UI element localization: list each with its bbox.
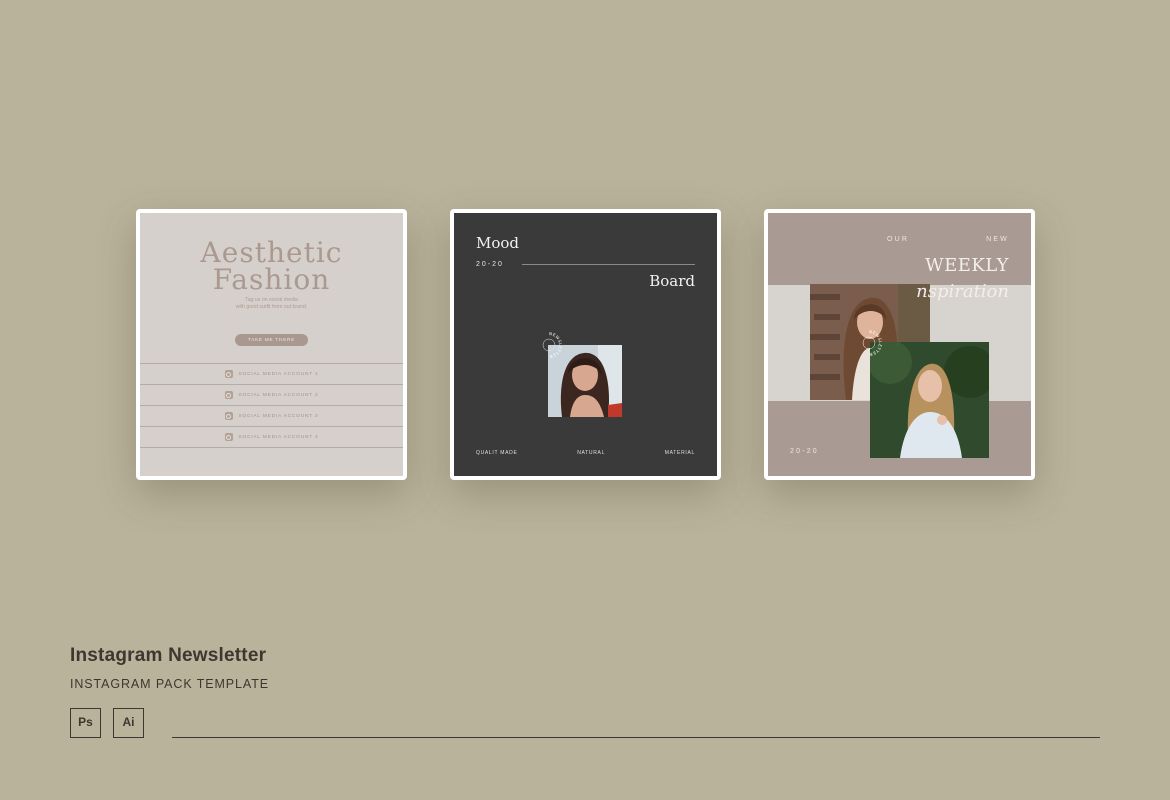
board-title: Board — [649, 272, 695, 290]
list-item: SOCIAL MEDIA ACCOUNT 2 — [140, 385, 403, 406]
year-label: 20-20 — [476, 261, 504, 268]
card-canvas: OUR NEW WEEKLY nspiration NEW TTER 20-20 — [768, 213, 1031, 476]
footer-label: NATURAL — [577, 450, 606, 456]
newsletter-stamp: NEWSLETTER — [862, 330, 882, 356]
weekly-title: WEEKLY — [925, 255, 1009, 276]
title-line-2: Fashion — [212, 263, 331, 296]
card-subtitle: Tag us on social media with good outfit … — [140, 297, 403, 311]
photoshop-badge: Ps — [70, 708, 101, 738]
user-icon — [224, 391, 233, 399]
portrait-photo-forest — [870, 342, 989, 458]
list-item: SOCIAL MEDIA ACCOUNT 4 — [140, 427, 403, 448]
product-title: Instagram Newsletter — [70, 645, 267, 666]
divider — [522, 264, 695, 265]
subtitle-line-1: Tag us on social media — [245, 297, 298, 303]
divider-line — [172, 737, 1100, 738]
our-label: OUR — [887, 236, 910, 243]
footer-label: QUALIT MADE — [476, 450, 518, 456]
account-label: SOCIAL MEDIA ACCOUNT 2 — [238, 392, 319, 398]
illustrator-badge: Ai — [113, 708, 144, 738]
footer-label: MATERIAL — [664, 450, 695, 456]
instagram-icon — [224, 412, 233, 420]
twitter-icon — [224, 433, 233, 441]
mood-title: Mood — [476, 234, 520, 252]
svg-text:NEWSLETTER: NEWSLETTER — [549, 332, 562, 358]
new-label: NEW — [986, 236, 1009, 243]
svg-text:NEWSLETTER: NEWSLETTER — [869, 330, 882, 356]
template-card-weekly-inspiration[interactable]: OUR NEW WEEKLY nspiration NEW TTER 20-20 — [764, 209, 1035, 480]
list-item: SOCIAL MEDIA ACCOUNT 1 — [140, 364, 403, 385]
newsletter-stamp: NEWSLETTER — [542, 332, 562, 358]
list-item: SOCIAL MEDIA ACCOUNT 3 — [140, 406, 403, 427]
template-card-mood-board[interactable]: Mood 20-20 Board NEWSLETTER QUALIT MADE … — [450, 209, 721, 480]
take-me-there-button: TAKE ME THERE — [235, 334, 308, 346]
card-title: Aesthetic Fashion — [140, 236, 403, 296]
account-label: SOCIAL MEDIA ACCOUNT 3 — [238, 413, 319, 419]
card-footer: QUALIT MADE NATURAL MATERIAL — [476, 450, 695, 456]
card-canvas: Aesthetic Fashion Tag us on social media… — [140, 213, 403, 476]
inspiration-text: nspiration — [916, 281, 1009, 302]
product-subtitle: INSTAGRAM PACK TEMPLATE — [70, 677, 269, 691]
inspiration-title: nspiration — [916, 281, 1009, 302]
template-card-aesthetic-fashion[interactable]: Aesthetic Fashion Tag us on social media… — [136, 209, 407, 480]
social-account-list: SOCIAL MEDIA ACCOUNT 1 SOCIAL MEDIA ACCO… — [140, 363, 403, 448]
account-label: SOCIAL MEDIA ACCOUNT 4 — [238, 434, 319, 440]
subtitle-line-2: with good outfit from out brand. — [235, 304, 308, 310]
year-label: 20-20 — [790, 448, 819, 455]
instagram-icon — [224, 370, 233, 378]
account-label: SOCIAL MEDIA ACCOUNT 1 — [238, 371, 319, 377]
title-line-1: Aesthetic — [200, 236, 343, 269]
card-canvas: Mood 20-20 Board NEWSLETTER QUALIT MADE … — [454, 213, 717, 476]
